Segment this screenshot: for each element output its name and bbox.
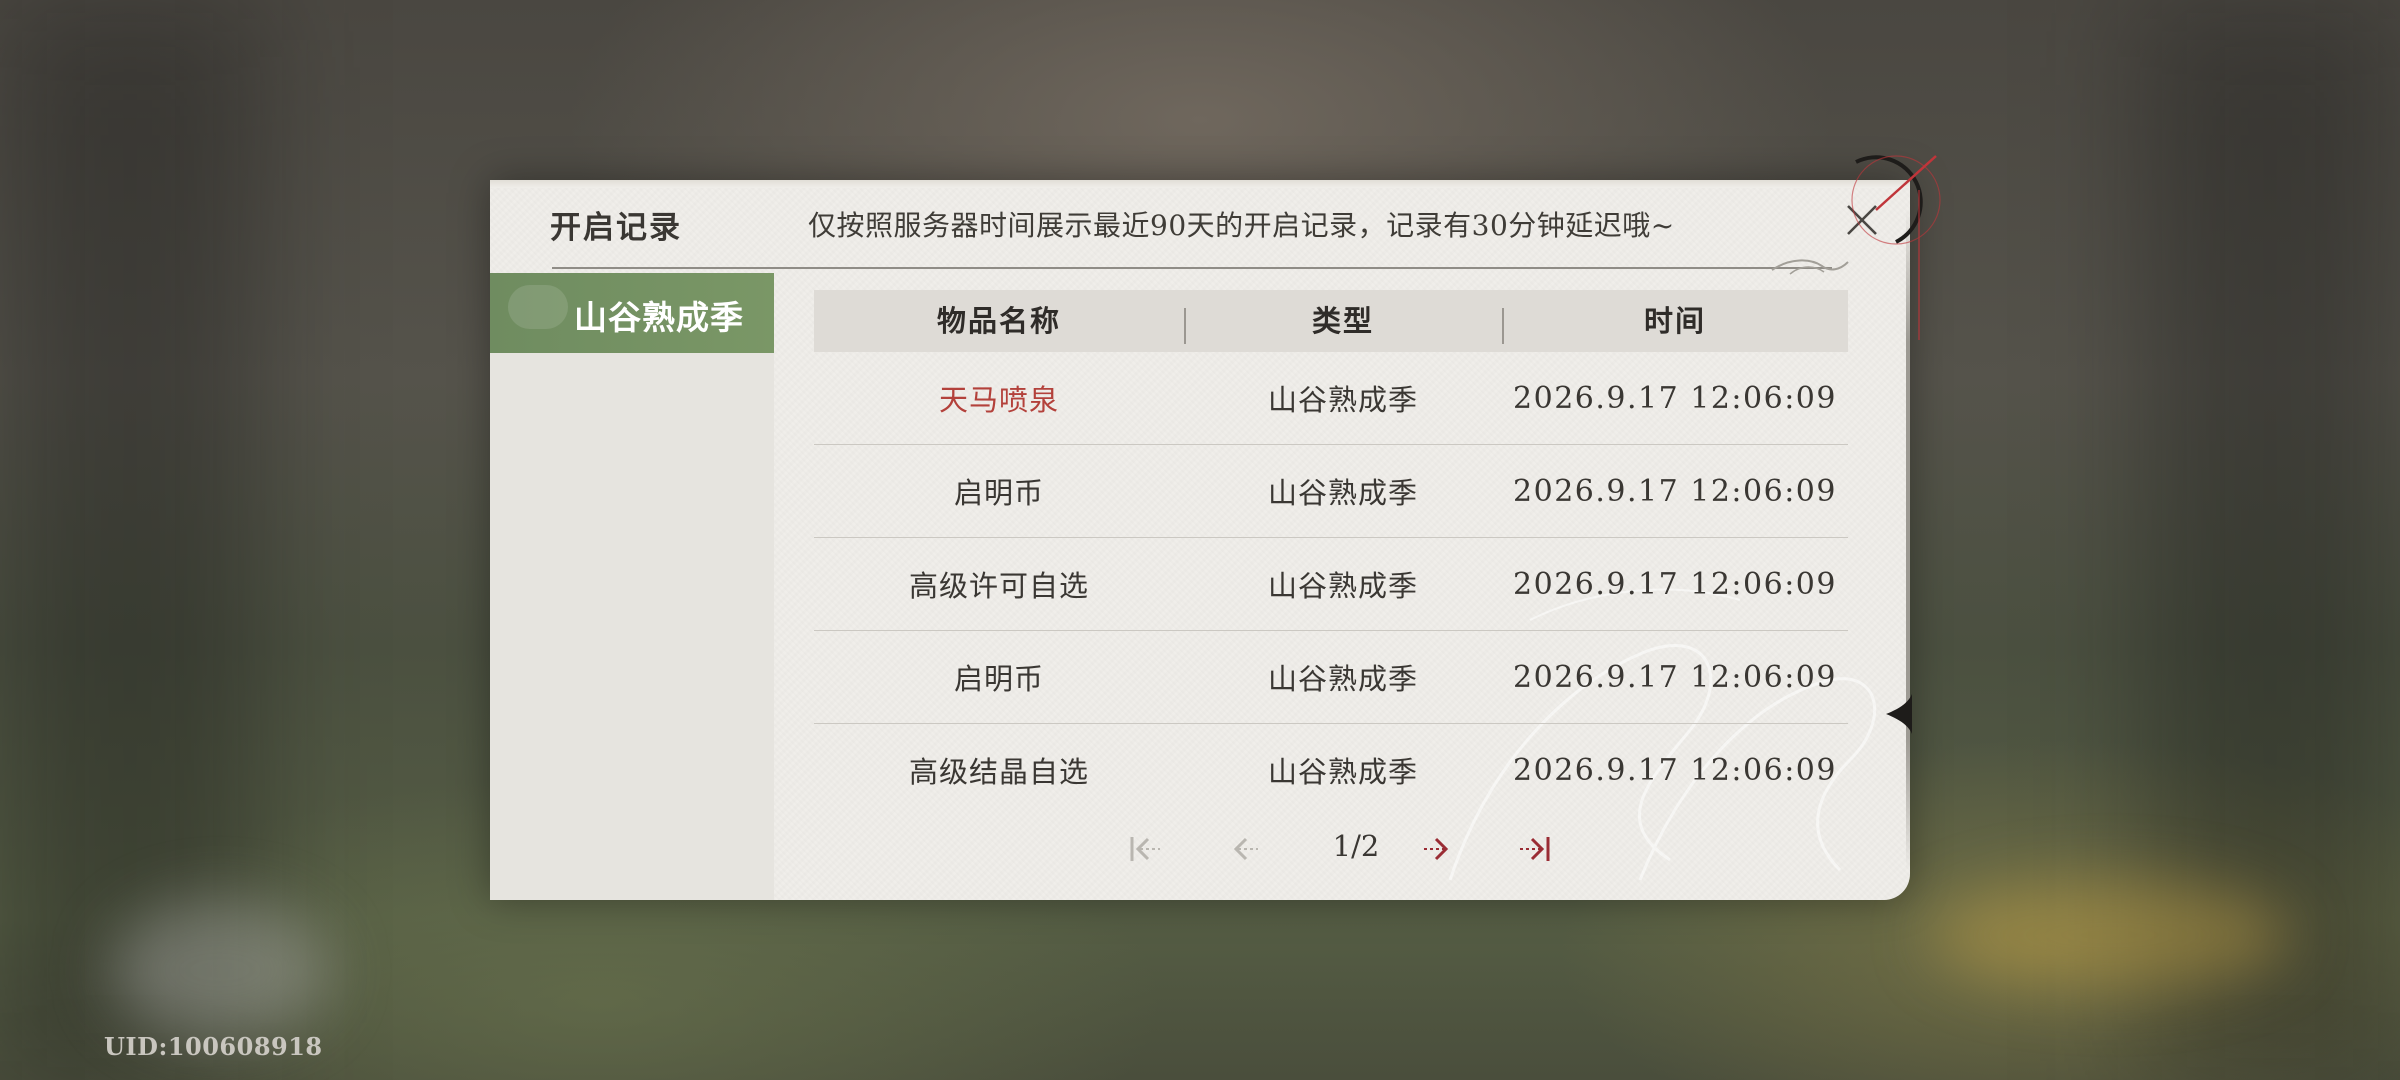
background-blur-gold xyxy=(1930,880,2290,990)
item-name-cell: 天马喷泉 xyxy=(938,383,1059,417)
item-type-cell: 山谷熟成季 xyxy=(1267,569,1418,603)
table-row: 启明币 山谷熟成季 2026.9.17 12:06:09 xyxy=(814,445,1848,538)
close-icon xyxy=(1847,205,1877,235)
table-header: 物品名称 类型 时间 xyxy=(814,290,1848,352)
item-type-cell: 山谷熟成季 xyxy=(1267,476,1418,510)
last-page-icon xyxy=(1520,837,1550,861)
pagination: 1/2 xyxy=(490,825,1910,875)
item-type-cell: 山谷熟成季 xyxy=(1267,662,1418,696)
item-time-cell: 2026.9.17 12:06:09 xyxy=(1513,473,1837,509)
game-screen: 开启记录 仅按照服务器时间展示最近90天的开启记录，记录有30分钟延迟哦~ 山谷… xyxy=(0,0,2400,1080)
header-flourish-icon xyxy=(1771,259,1849,275)
table-row: 启明币 山谷熟成季 2026.9.17 12:06:09 xyxy=(814,631,1848,724)
sidebar: 山谷熟成季 xyxy=(490,273,774,900)
column-header-type: 类型 xyxy=(1311,304,1374,338)
next-page-button[interactable] xyxy=(1416,831,1456,867)
item-time-cell: 2026.9.17 12:06:09 xyxy=(1513,380,1837,416)
table-row: 高级结晶自选 山谷熟成季 2026.9.17 12:06:09 xyxy=(814,724,1848,816)
open-record-panel: 开启记录 仅按照服务器时间展示最近90天的开启记录，记录有30分钟延迟哦~ 山谷… xyxy=(490,180,1910,900)
table-row: 高级许可自选 山谷熟成季 2026.9.17 12:06:09 xyxy=(814,538,1848,631)
page-indicator: 1/2 xyxy=(1332,829,1380,863)
panel-title: 开启记录 xyxy=(550,210,682,246)
player-uid: UID:100608918 xyxy=(104,1032,323,1061)
record-table: 物品名称 类型 时间 天马喷泉 山谷熟成季 2026.9.17 12:06:09… xyxy=(814,290,1848,816)
item-name-cell: 高级结晶自选 xyxy=(908,755,1089,789)
column-header-time: 时间 xyxy=(1643,304,1706,338)
header-separator xyxy=(1502,308,1504,344)
header-divider xyxy=(552,267,1832,269)
prev-page-icon xyxy=(1233,837,1258,861)
item-name-cell: 启明币 xyxy=(953,662,1044,696)
table-row: 天马喷泉 山谷熟成季 2026.9.17 12:06:09 xyxy=(814,352,1848,445)
panel-right-edge xyxy=(1906,210,1910,870)
panel-top-edge xyxy=(490,180,1910,188)
item-name-cell: 启明币 xyxy=(953,476,1044,510)
item-time-cell: 2026.9.17 12:06:09 xyxy=(1513,566,1837,602)
item-time-cell: 2026.9.17 12:06:09 xyxy=(1513,752,1837,788)
first-page-icon xyxy=(1130,837,1160,861)
sidebar-tab-label: 山谷熟成季 xyxy=(574,298,744,337)
item-type-cell: 山谷熟成季 xyxy=(1267,383,1418,417)
column-header-item-name: 物品名称 xyxy=(936,304,1061,338)
item-time-cell: 2026.9.17 12:06:09 xyxy=(1513,659,1837,695)
next-page-icon xyxy=(1424,837,1449,861)
close-button[interactable] xyxy=(1842,200,1882,240)
first-page-button[interactable] xyxy=(1126,831,1166,867)
background-blur-light xyxy=(110,900,330,1040)
item-name-cell: 高级许可自选 xyxy=(908,569,1089,603)
prev-page-button[interactable] xyxy=(1226,831,1266,867)
sidebar-tab-valley-season[interactable]: 山谷熟成季 xyxy=(490,273,774,353)
item-type-cell: 山谷熟成季 xyxy=(1267,755,1418,789)
header-separator xyxy=(1184,308,1186,344)
last-page-button[interactable] xyxy=(1514,831,1554,867)
record-notice: 仅按照服务器时间展示最近90天的开启记录，记录有30分钟延迟哦~ xyxy=(808,209,1675,242)
